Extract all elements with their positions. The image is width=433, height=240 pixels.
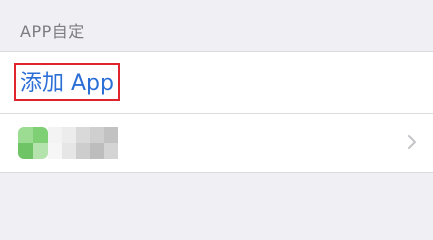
- section-header: APP自定: [20, 22, 85, 41]
- settings-group: 添加 App: [0, 51, 433, 173]
- app-row[interactable]: [0, 114, 433, 172]
- add-app-button[interactable]: 添加 App: [14, 63, 120, 101]
- chevron-right-icon: [408, 135, 416, 149]
- app-icon: [18, 127, 48, 159]
- app-name-pixelated: [48, 127, 124, 159]
- add-app-row[interactable]: 添加 App: [0, 52, 433, 112]
